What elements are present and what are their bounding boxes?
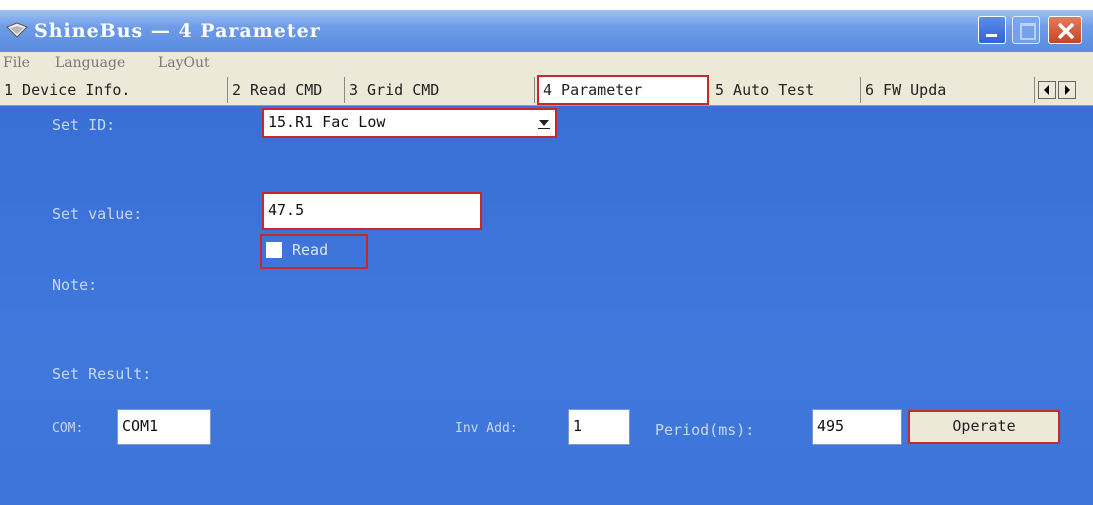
close-button[interactable] [1048,16,1082,44]
tab-device-info[interactable]: 1 Device Info. [0,77,228,103]
menu-language[interactable]: Language [55,55,125,71]
set-result-label: Set Result: [52,365,152,383]
period-label: Period(ms): [655,421,755,439]
set-id-label: Set ID: [52,116,116,134]
menu-bar: File Language LayOut [0,52,1093,75]
inv-add-label: Inv Add: [455,421,518,436]
parameter-panel: Set ID: 15.R1 Fac Low Set value: 47.5 Re… [0,106,1093,505]
set-id-value: 15.R1 Fac Low [268,113,386,131]
tab-scroll-left-button[interactable] [1038,81,1056,99]
tab-auto-test[interactable]: 5 Auto Test [711,77,861,103]
com-label: COM: [52,421,84,436]
com-input[interactable]: COM1 [117,409,211,445]
set-value-input[interactable]: 47.5 [262,192,482,230]
tab-fw-update[interactable]: 6 FW Upda [861,77,1035,103]
maximize-button[interactable] [1012,16,1040,44]
operate-button[interactable]: Operate [908,410,1060,444]
app-logo-icon [6,22,28,38]
minimize-button[interactable] [978,16,1006,44]
period-input[interactable]: 495 [812,409,902,445]
set-value-label: Set value: [52,205,143,223]
tab-scroll-right-button[interactable] [1058,81,1076,99]
note-label: Note: [52,276,98,294]
read-checkbox[interactable] [266,242,282,258]
arrow-left-icon [1044,85,1049,95]
app-window: ShineBus — 4 Parameter File Language Lay… [0,10,1093,505]
tab-grid-cmd[interactable]: 3 Grid CMD [345,77,535,103]
inv-add-input[interactable]: 1 [568,409,630,445]
tab-parameter[interactable]: 4 Parameter [537,75,709,105]
arrow-right-icon [1065,85,1070,95]
menu-layout[interactable]: LayOut [158,55,210,71]
chevron-down-icon [538,120,550,129]
read-label: Read [292,241,329,259]
menu-file[interactable]: File [3,55,30,71]
title-bar[interactable]: ShineBus — 4 Parameter [0,10,1093,52]
close-icon [1057,22,1075,40]
read-checkbox-group[interactable]: Read [260,234,368,269]
set-id-dropdown[interactable]: 15.R1 Fac Low [262,108,557,138]
window-title: ShineBus — 4 Parameter [34,20,321,42]
tab-strip: 1 Device Info. 2 Read CMD 3 Grid CMD 4 P… [0,75,1093,106]
tab-read-cmd[interactable]: 2 Read CMD [228,77,345,103]
